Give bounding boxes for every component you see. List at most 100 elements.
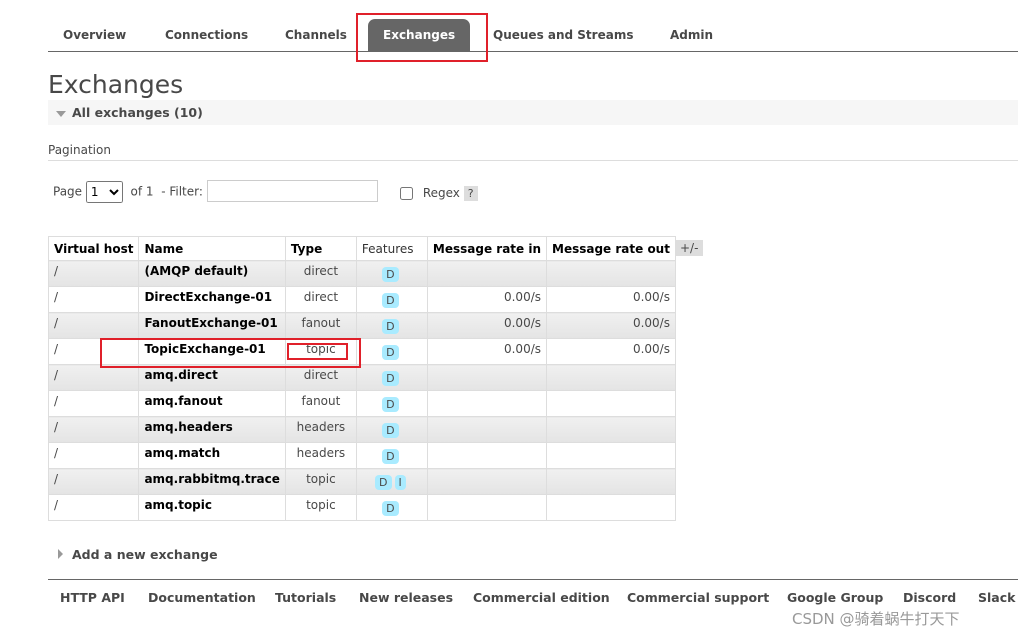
section-title: All exchanges (10): [72, 105, 203, 120]
features-cell: D: [355, 416, 428, 443]
exchange-name-link[interactable]: amq.rabbitmq.trace: [138, 468, 286, 495]
add-exchange-toggle[interactable]: Add a new exchange: [58, 547, 218, 562]
features-cell: D: [355, 260, 428, 287]
exchanges-table: Virtual host Name Type Features Message rate…: [47, 236, 676, 521]
feature-badge: D: [382, 501, 399, 516]
features-cell: D: [355, 312, 428, 339]
feature-badge: D: [382, 293, 399, 308]
footer-link[interactable]: Documentation: [148, 590, 256, 605]
all-exchanges-toggle[interactable]: All exchanges (10): [48, 100, 1018, 125]
table-row: / amq.direct direct D: [47, 364, 676, 391]
rate-in-cell: [426, 442, 548, 469]
exchange-name-link[interactable]: amq.match: [138, 442, 286, 469]
highlight-topic-type: [287, 343, 348, 360]
tab-queues-and-streams[interactable]: Queues and Streams: [478, 19, 648, 51]
exchange-name-link[interactable]: amq.fanout: [138, 390, 286, 417]
rate-out-cell: 0.00/s: [546, 312, 676, 339]
rate-in-cell: [426, 260, 548, 287]
type-cell: topic: [284, 494, 357, 521]
column-header[interactable]: Message rate out: [546, 236, 676, 261]
rate-in-cell: 0.00/s: [426, 286, 548, 313]
tab-overview[interactable]: Overview: [48, 19, 141, 51]
footer-link[interactable]: Discord: [903, 590, 956, 605]
page-title: Exchanges: [48, 70, 184, 99]
table-row: / (AMQP default) direct D: [47, 260, 676, 287]
column-header[interactable]: Message rate in: [426, 236, 548, 261]
main-nav: Overview Connections Channels Exchanges Queu…: [48, 16, 1018, 52]
footer-link[interactable]: Google Group: [787, 590, 883, 605]
rate-in-cell: [426, 494, 548, 521]
vhost-cell: /: [47, 286, 140, 313]
rate-out-cell: [546, 260, 676, 287]
filter-input[interactable]: [206, 180, 378, 202]
page-label: Page: [53, 184, 83, 199]
exchange-name-link[interactable]: amq.topic: [138, 494, 286, 521]
vhost-cell: /: [47, 416, 140, 443]
table-row: / amq.topic topic D: [47, 494, 676, 521]
type-cell: direct: [284, 286, 357, 313]
vhost-cell: /: [47, 468, 140, 495]
exchange-name-link[interactable]: amq.headers: [138, 416, 286, 443]
exchange-name-link[interactable]: FanoutExchange-01: [138, 312, 286, 339]
table-row: / DirectExchange-01 direct D 0.00/s 0.00/s: [47, 286, 676, 313]
expand-triangle-icon: [58, 549, 63, 559]
footer-link[interactable]: New releases: [359, 590, 453, 605]
footer-link[interactable]: Commercial support: [627, 590, 769, 605]
regex-label: Regex: [422, 186, 460, 200]
feature-badge: D: [382, 345, 399, 360]
feature-badge: D: [375, 475, 392, 490]
feature-badge: I: [394, 475, 406, 490]
vhost-cell: /: [47, 494, 140, 521]
table-row: / amq.headers headers D: [47, 416, 676, 443]
exchange-name-link[interactable]: (AMQP default): [138, 260, 286, 287]
footer-link[interactable]: Tutorials: [275, 590, 336, 605]
tab-channels[interactable]: Channels: [270, 19, 362, 51]
regex-help-button[interactable]: ?: [463, 186, 478, 201]
features-cell: D: [355, 390, 428, 417]
rate-in-cell: [426, 390, 548, 417]
rate-out-cell: 0.00/s: [546, 338, 676, 365]
rate-out-cell: [546, 468, 676, 495]
footer-link[interactable]: HTTP API: [60, 590, 125, 605]
features-cell: DI: [355, 468, 428, 495]
exchange-name-link[interactable]: DirectExchange-01: [138, 286, 286, 313]
rate-in-cell: [426, 364, 548, 391]
pagination-controls: Page 1 of 1 - Filter:: [53, 180, 378, 203]
type-cell: headers: [284, 416, 357, 443]
footer-link[interactable]: Slack: [978, 590, 1015, 605]
type-cell: headers: [284, 442, 357, 469]
vhost-cell: /: [47, 390, 140, 417]
feature-badge: D: [382, 449, 399, 464]
features-cell: D: [355, 286, 428, 313]
features-cell: D: [355, 494, 428, 521]
exchange-name-link[interactable]: amq.direct: [138, 364, 286, 391]
table-row: / amq.match headers D: [47, 442, 676, 469]
vhost-cell: /: [47, 312, 140, 339]
table-row: / FanoutExchange-01 fanout D 0.00/s 0.00/s: [47, 312, 676, 339]
footer-link[interactable]: Commercial edition: [473, 590, 610, 605]
add-exchange-label: Add a new exchange: [72, 547, 218, 562]
rate-out-cell: [546, 364, 676, 391]
rate-out-cell: 0.00/s: [546, 286, 676, 313]
column-header[interactable]: Name: [138, 236, 286, 261]
column-header[interactable]: Virtual host: [47, 236, 140, 261]
features-cell: D: [355, 364, 428, 391]
column-header[interactable]: Features: [355, 236, 428, 261]
page-count: of 1: [130, 184, 154, 199]
rate-out-cell: [546, 416, 676, 443]
tab-connections[interactable]: Connections: [150, 19, 263, 51]
rate-in-cell: 0.00/s: [426, 338, 548, 365]
page-select[interactable]: 1: [85, 180, 123, 203]
toggle-columns-button[interactable]: +/-: [675, 240, 704, 256]
rate-out-cell: [546, 442, 676, 469]
rate-out-cell: [546, 494, 676, 521]
regex-checkbox[interactable]: [400, 187, 413, 200]
table-row: / amq.rabbitmq.trace topic D I: [47, 468, 676, 495]
table-row: / amq.fanout fanout D: [47, 390, 676, 417]
feature-badge: D: [382, 423, 399, 438]
rate-in-cell: [426, 468, 548, 495]
type-cell: fanout: [284, 390, 357, 417]
feature-badge: D: [382, 267, 399, 282]
tab-admin[interactable]: Admin: [655, 19, 728, 51]
column-header[interactable]: Type: [284, 236, 357, 261]
